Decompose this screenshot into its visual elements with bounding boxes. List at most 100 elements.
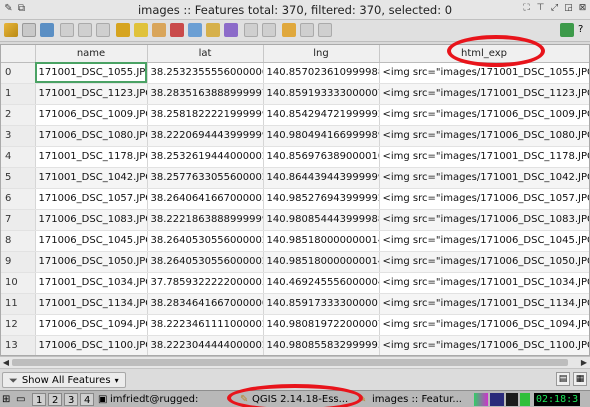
cell-lng[interactable]: 140.857023610999988 <box>263 62 380 84</box>
show-all-features-button[interactable]: ⏷ Show All Features ▾ <box>2 372 126 388</box>
cell-html-exp[interactable]: <img src="images/171001_DSC_1034.JPG" wi… <box>379 272 589 294</box>
cell-lng[interactable]: 140.980855832999993 <box>263 335 380 355</box>
cell-lat[interactable]: 38.2835163888999997 <box>147 83 264 105</box>
cell-lat[interactable]: 38.2221863888999999 <box>147 209 264 231</box>
cell-lng[interactable]: 140.980854443999988 <box>263 209 380 231</box>
row-index[interactable]: 12 <box>1 314 36 336</box>
cell-lat[interactable]: 38.2640530556000002 <box>147 251 264 273</box>
cell-lat[interactable]: 38.2834641667000000 <box>147 293 264 315</box>
cell-name[interactable]: 171006_DSC_1083.JPG <box>35 209 148 231</box>
taskbar-item-attribute-table[interactable]: images :: Featur... <box>372 393 462 406</box>
cell-html-exp[interactable]: <img src="images/171006_DSC_1050.JPG" wi… <box>379 251 589 273</box>
cell-lat[interactable]: 38.2220694443999999 <box>147 125 264 147</box>
row-index[interactable]: 7 <box>1 209 36 231</box>
cell-lng[interactable]: 140.859193333000007 <box>263 83 380 105</box>
zoom-to-selection-icon[interactable] <box>224 23 238 37</box>
table-row[interactable]: 3 171006_DSC_1080.JPG 38.2220694443999999 1… <box>1 125 589 147</box>
scrollbar-thumb[interactable] <box>12 359 568 366</box>
paste-rows-icon[interactable] <box>262 23 276 37</box>
invert-selection-icon[interactable] <box>152 23 166 37</box>
maximize-icon[interactable]: ◲ <box>563 3 574 14</box>
table-row[interactable]: 7 171006_DSC_1083.JPG 38.2221863888999999 1… <box>1 209 589 231</box>
cell-lng[interactable]: 140.859173333000001 <box>263 293 380 315</box>
table-row[interactable]: 11 171001_DSC_1134.JPG 38.2834641667000000… <box>1 293 589 315</box>
scroll-right-icon[interactable]: ▶ <box>579 358 589 368</box>
reload-icon[interactable] <box>40 23 54 37</box>
row-index[interactable]: 1 <box>1 83 36 105</box>
deselect-icon[interactable] <box>170 23 184 37</box>
column-header-html-exp[interactable]: html_exp <box>379 45 589 63</box>
cell-name[interactable]: 171001_DSC_1123.JPG <box>35 83 148 105</box>
cell-html-exp[interactable]: <img src="images/171001_DSC_1055.JPG" wi… <box>379 62 589 84</box>
cell-name[interactable]: 171006_DSC_1057.JPG <box>35 188 148 210</box>
cell-lng[interactable]: 140.985276943999992 <box>263 188 380 210</box>
workspace-3[interactable]: 3 <box>64 393 79 406</box>
table-row[interactable]: 9 171006_DSC_1050.JPG 38.2640530556000002 1… <box>1 251 589 273</box>
cell-name[interactable]: 171006_DSC_1009.JPG <box>35 104 148 126</box>
fullscreen-icon[interactable]: ⛶ <box>521 3 532 14</box>
cell-html-exp[interactable]: <img src="images/171001_DSC_1123.JPG" wi… <box>379 83 589 105</box>
cell-name[interactable]: 171001_DSC_1042.JPG <box>35 167 148 189</box>
row-index[interactable]: 10 <box>1 272 36 294</box>
row-index[interactable]: 11 <box>1 293 36 315</box>
cell-html-exp[interactable]: <img src="images/171006_DSC_1083.JPG" wi… <box>379 209 589 231</box>
cell-html-exp[interactable]: <img src="images/171006_DSC_1094.JPG" wi… <box>379 314 589 336</box>
cell-name[interactable]: 171001_DSC_1178.JPG <box>35 146 148 168</box>
table-row[interactable]: 0 171001_DSC_1055.JPG 38.2532355556000000 1… <box>1 62 589 84</box>
cell-html-exp[interactable]: <img src="images/171006_DSC_1045.JPG" wi… <box>379 230 589 252</box>
select-expression-icon[interactable] <box>116 23 130 37</box>
table-row[interactable]: 13 171006_DSC_1100.JPG 38.2223044444000002… <box>1 335 589 355</box>
column-header-lat[interactable]: lat <box>147 45 264 63</box>
row-index[interactable]: 9 <box>1 251 36 273</box>
cell-html-exp[interactable]: <img src="images/171006_DSC_1057.JPG" wi… <box>379 188 589 210</box>
cell-lat[interactable]: 38.2532619444000002 <box>147 146 264 168</box>
cell-name[interactable]: 171001_DSC_1055.JPG <box>35 62 148 84</box>
close-icon[interactable]: ⊠ <box>577 3 588 14</box>
add-feature-icon[interactable] <box>60 23 74 37</box>
row-index[interactable]: 13 <box>1 335 36 355</box>
cell-lng[interactable]: 140.856976389000010 <box>263 146 380 168</box>
table-row[interactable]: 10 171001_DSC_1034.JPG 37.7859322222000003… <box>1 272 589 294</box>
row-index[interactable]: 8 <box>1 230 36 252</box>
move-selection-top-icon[interactable] <box>188 23 202 37</box>
field-calculator-icon[interactable] <box>318 23 332 37</box>
taskbar-item-terminal[interactable]: imfriedt@rugged: <box>110 393 198 406</box>
pin-icon[interactable]: ⊤ <box>535 3 546 14</box>
cell-lat[interactable]: 37.7859322222000003 <box>147 272 264 294</box>
new-field-icon[interactable] <box>300 23 314 37</box>
cell-lng[interactable]: 140.985180000000014 <box>263 251 380 273</box>
cell-name[interactable]: 171006_DSC_1080.JPG <box>35 125 148 147</box>
cell-html-exp[interactable]: <img src="images/171001_DSC_1134.JPG" wi… <box>379 293 589 315</box>
save-edits-icon[interactable] <box>22 23 36 37</box>
cell-html-exp[interactable]: <img src="images/171006_DSC_1100.JPG" wi… <box>379 335 589 355</box>
pan-to-selection-icon[interactable] <box>206 23 220 37</box>
workspace-2[interactable]: 2 <box>48 393 63 406</box>
menu-icon[interactable]: ⊞ <box>2 393 10 406</box>
cell-name[interactable]: 171001_DSC_1034.JPG <box>35 272 148 294</box>
column-header-name[interactable]: name <box>35 45 148 63</box>
table-row[interactable]: 12 171006_DSC_1094.JPG 38.2223461111000002… <box>1 314 589 336</box>
cell-lng[interactable]: 140.469245556000004 <box>263 272 380 294</box>
cell-html-exp[interactable]: <img src="images/171006_DSC_1009.JPG" wi… <box>379 104 589 126</box>
cell-lng[interactable]: 140.854294721999992 <box>263 104 380 126</box>
cell-html-exp[interactable]: <img src="images/171006_DSC_1080.JPG" wi… <box>379 125 589 147</box>
cell-lat[interactable]: 38.2223044444000002 <box>147 335 264 355</box>
cell-lat[interactable]: 38.2532355556000000 <box>147 62 264 84</box>
row-index[interactable]: 2 <box>1 104 36 126</box>
column-header-lng[interactable]: lng <box>263 45 380 63</box>
row-index[interactable]: 5 <box>1 167 36 189</box>
table-row[interactable]: 5 171001_DSC_1042.JPG 38.2577633055600002 1… <box>1 167 589 189</box>
cell-lat[interactable]: 38.2581822221999999 <box>147 104 264 126</box>
cell-lng[interactable]: 140.985180000000014 <box>263 230 380 252</box>
cell-lng[interactable]: 140.980819722000007 <box>263 314 380 336</box>
workspace-4[interactable]: 4 <box>80 393 95 406</box>
table-row[interactable]: 1 171001_DSC_1123.JPG 38.2835163888999997 1… <box>1 83 589 105</box>
workspace-1[interactable]: 1 <box>32 393 47 406</box>
actions-icon[interactable] <box>560 23 574 37</box>
cell-lat[interactable]: 38.2640530556000002 <box>147 230 264 252</box>
table-row[interactable]: 8 171006_DSC_1045.JPG 38.2640530556000002 1… <box>1 230 589 252</box>
cell-lat[interactable]: 38.2577633055600002 <box>147 167 264 189</box>
cell-html-exp[interactable]: <img src="images/171001_DSC_1042.JPG" wi… <box>379 167 589 189</box>
taskbar-item-qgis[interactable]: QGIS 2.14.18-Ess... <box>252 393 348 406</box>
table-row[interactable]: 2 171006_DSC_1009.JPG 38.2581822221999999 1… <box>1 104 589 126</box>
